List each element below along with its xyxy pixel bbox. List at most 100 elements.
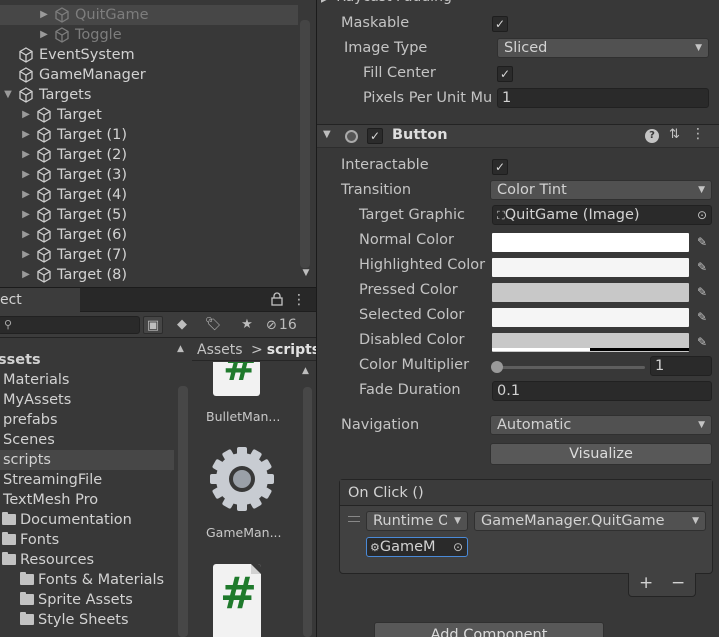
color-swatch[interactable]: [492, 258, 689, 277]
project-tree-item[interactable]: Resources: [0, 550, 174, 570]
hierarchy-item[interactable]: ▶ Toggle: [0, 25, 298, 45]
color-swatch[interactable]: [492, 308, 689, 327]
foldout-closed-icon[interactable]: ▶: [20, 105, 32, 125]
scroll-down-arrow-icon[interactable]: ▼: [300, 268, 312, 280]
foldout-closed-icon[interactable]: ▶: [20, 185, 32, 205]
fill-center-checkbox[interactable]: ✓: [497, 66, 513, 82]
foldout-closed-icon[interactable]: ▶: [20, 205, 32, 225]
breadcrumb-scripts[interactable]: scripts: [267, 342, 316, 358]
filter-by-label-icon[interactable]: 🏷: [203, 316, 223, 334]
hierarchy-scrollbar[interactable]: [300, 20, 310, 268]
maskable-checkbox[interactable]: ✓: [492, 16, 508, 32]
eyedropper-icon[interactable]: ✎: [692, 232, 712, 252]
eyedropper-icon[interactable]: ✎: [692, 257, 712, 277]
foldout-open-icon[interactable]: ▼: [2, 85, 14, 105]
hierarchy-item[interactable]: ▶ Target (2): [0, 145, 298, 165]
project-tree-scrollbar[interactable]: [178, 386, 188, 637]
project-tree-item[interactable]: StreamingFile: [0, 470, 174, 490]
foldout-closed-icon[interactable]: ▶: [20, 245, 32, 265]
foldout-closed-icon[interactable]: ▶: [20, 145, 32, 165]
fade-duration-field[interactable]: 0.1: [492, 381, 712, 401]
button-enabled-checkbox[interactable]: ✓: [367, 128, 383, 144]
target-graphic-field[interactable]: ⛶QuitGame (Image) ⊙: [492, 205, 712, 225]
hierarchy-item[interactable]: ▶ QuitGame: [0, 5, 298, 25]
foldout-closed-icon[interactable]: ▶: [20, 225, 32, 245]
project-tree-item[interactable]: Style Sheets: [0, 610, 174, 630]
add-component-button[interactable]: Add Component: [374, 622, 604, 637]
object-picker-icon[interactable]: ⊙: [697, 206, 707, 224]
script-asset-icon[interactable]: #: [213, 564, 261, 637]
slider-handle[interactable]: [491, 361, 503, 373]
hierarchy-item[interactable]: ▶ Target (7): [0, 245, 298, 265]
hierarchy-item[interactable]: ▶ Target: [0, 105, 298, 125]
pixels-per-unit-field[interactable]: 1: [497, 88, 709, 108]
event-object-field[interactable]: ⚙GameM ⊙: [366, 537, 468, 557]
transition-dropdown[interactable]: Color Tint ▼: [490, 180, 712, 200]
foldout-closed-icon[interactable]: ▶: [38, 5, 50, 25]
remove-event-button[interactable]: −: [671, 573, 685, 593]
project-search-input[interactable]: ⚲: [0, 316, 140, 334]
project-tree-item[interactable]: Materials: [0, 370, 174, 390]
scroll-up-arrow-icon[interactable]: ▲: [302, 366, 314, 376]
hierarchy-item[interactable]: ▶ Target (4): [0, 185, 298, 205]
panel-divider[interactable]: [0, 287, 316, 288]
visualize-button[interactable]: Visualize: [490, 443, 712, 465]
search-by-type-icon[interactable]: ▣: [143, 316, 163, 334]
hierarchy-item[interactable]: ▶ Target (3): [0, 165, 298, 185]
asset-grid-scrollbar[interactable]: [303, 387, 312, 637]
project-tree-item[interactable]: Sprite Assets: [0, 590, 174, 610]
hierarchy-item[interactable]: EventSystem: [0, 45, 298, 65]
foldout-arrow-icon[interactable]: ▼: [323, 129, 331, 140]
asset-label[interactable]: GameMan...: [206, 525, 282, 540]
more-options-icon[interactable]: ⋮: [691, 126, 705, 142]
project-tree-item[interactable]: Fonts & Materials: [0, 570, 174, 590]
lock-icon[interactable]: [270, 292, 284, 306]
image-type-dropdown[interactable]: Sliced ▼: [497, 38, 709, 58]
hierarchy-item[interactable]: ▶ Target (8): [0, 265, 298, 285]
add-event-button[interactable]: +: [639, 573, 653, 593]
hierarchy-item[interactable]: ▶ Target (1): [0, 125, 298, 145]
project-tree-item[interactable]: MyAssets: [0, 390, 174, 410]
presets-icon[interactable]: ⇅: [669, 127, 680, 142]
hierarchy-item[interactable]: ▶ Target (5): [0, 205, 298, 225]
project-tree-item[interactable]: Documentation: [0, 510, 174, 530]
foldout-closed-icon[interactable]: ▶: [20, 265, 32, 285]
favorites-star-icon[interactable]: ★: [237, 316, 257, 334]
color-multiplier-field[interactable]: 1: [650, 356, 712, 376]
tab-project[interactable]: ect: [0, 288, 80, 312]
foldout-closed-icon[interactable]: ▶: [20, 165, 32, 185]
project-tree-item[interactable]: Scenes: [0, 430, 174, 450]
hierarchy-item[interactable]: ▶ Target (6): [0, 225, 298, 245]
foldout-closed-icon[interactable]: ▶: [38, 25, 50, 45]
drag-handle-icon[interactable]: [348, 516, 360, 522]
panel-divider[interactable]: [316, 0, 317, 637]
gear-icon[interactable]: [206, 443, 278, 515]
button-component-header[interactable]: ▼ ✓ Button ? ⇅ ⋮: [317, 124, 719, 148]
scroll-up-arrow-icon[interactable]: ▲: [177, 344, 189, 354]
eyedropper-icon[interactable]: ✎: [692, 282, 712, 302]
foldout-closed-icon[interactable]: ▶: [20, 125, 32, 145]
interactable-checkbox[interactable]: ✓: [492, 159, 508, 175]
navigation-dropdown[interactable]: Automatic ▼: [490, 415, 712, 435]
help-icon[interactable]: ?: [645, 129, 659, 143]
breadcrumb-assets[interactable]: Assets: [197, 342, 243, 358]
project-tree-item[interactable]: TextMesh Pro: [0, 490, 174, 510]
project-tree-item[interactable]: ssets: [0, 350, 174, 370]
eyedropper-icon[interactable]: ✎: [692, 307, 712, 327]
asset-label[interactable]: BulletMan...: [206, 409, 280, 424]
project-tree-item[interactable]: scripts: [0, 450, 174, 470]
color-swatch[interactable]: [492, 283, 689, 302]
more-options-icon[interactable]: ⋮: [292, 291, 306, 309]
project-tree-item[interactable]: prefabs: [0, 410, 174, 430]
script-asset-icon[interactable]: #: [213, 362, 260, 396]
filter-by-type-icon[interactable]: ◆: [172, 316, 192, 334]
runtime-dropdown[interactable]: Runtime Or ▼: [366, 511, 468, 531]
object-picker-icon[interactable]: ⊙: [453, 538, 463, 556]
project-tree-item[interactable]: Fonts: [0, 530, 174, 550]
eyedropper-icon[interactable]: ✎: [692, 332, 712, 352]
color-multiplier-slider[interactable]: [491, 361, 645, 373]
hierarchy-item[interactable]: ▼ Targets: [0, 85, 298, 105]
color-swatch[interactable]: [492, 233, 689, 252]
hierarchy-item[interactable]: GameManager: [0, 65, 298, 85]
function-dropdown[interactable]: GameManager.QuitGame ▼: [474, 511, 706, 531]
